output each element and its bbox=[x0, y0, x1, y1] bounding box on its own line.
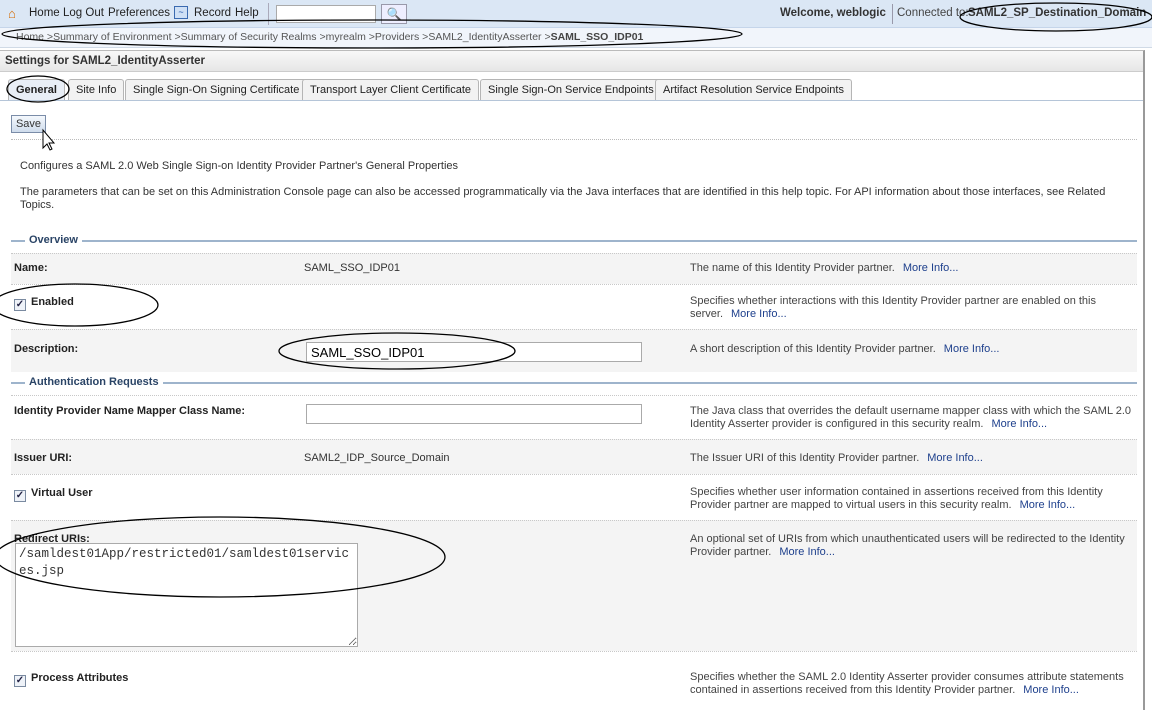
breadcrumb-myrealm[interactable]: myrealm > bbox=[326, 31, 375, 43]
enabled-help: Specifies whether interactions with this… bbox=[690, 295, 1096, 320]
api-info-text: The parameters that can be set on this A… bbox=[20, 186, 1106, 211]
intro-text: Configures a SAML 2.0 Web Single Sign-on… bbox=[20, 160, 459, 172]
more-info-link[interactable]: More Info... bbox=[927, 452, 983, 464]
virtual-user-label: Virtual User bbox=[31, 487, 93, 499]
redirect-uris-row: Redirect URIs: /samldest01App/restricted… bbox=[11, 520, 1137, 651]
tab-sso-service-endpoints[interactable]: Single Sign-On Service Endpoints bbox=[480, 79, 662, 101]
search-button[interactable]: 🔍 bbox=[381, 4, 407, 24]
redirect-uris-help: An optional set of URIs from which unaut… bbox=[690, 533, 1125, 558]
mapper-label: Identity Provider Name Mapper Class Name… bbox=[14, 405, 246, 417]
description-input[interactable] bbox=[306, 342, 642, 362]
divider bbox=[11, 240, 1137, 242]
auth-heading: Authentication Requests bbox=[25, 376, 163, 388]
top-toolbar: ⌂ Home Log Out Preferences ~ Record Help… bbox=[0, 0, 1152, 28]
domain-name: SAML2_SP_Destination_Domain bbox=[968, 7, 1147, 19]
more-info-link[interactable]: More Info... bbox=[779, 546, 835, 558]
process-attributes-checkbox[interactable]: ✓ bbox=[14, 675, 26, 687]
panel-title: Settings for SAML2_IdentityAsserter bbox=[0, 51, 1143, 72]
description-label: Description: bbox=[14, 343, 79, 355]
home-link[interactable]: Home bbox=[29, 7, 60, 19]
welcome-text: Welcome, weblogic bbox=[780, 7, 886, 19]
tab-sso-signing-certificate[interactable]: Single Sign-On Signing Certificate bbox=[125, 79, 308, 101]
process-attributes-label: Process Attributes bbox=[31, 672, 129, 684]
mapper-class-input[interactable] bbox=[306, 404, 642, 424]
breadcrumb: Home >Summary of Environment >Summary of… bbox=[0, 28, 1152, 48]
tab-artifact-resolution-endpoints[interactable]: Artifact Resolution Service Endpoints bbox=[655, 79, 852, 101]
tab-general[interactable]: General bbox=[8, 79, 65, 101]
enabled-checkbox[interactable]: ✓ bbox=[14, 299, 26, 311]
more-info-link[interactable]: More Info... bbox=[903, 262, 959, 274]
divider bbox=[268, 3, 269, 25]
virtual-user-help: Specifies whether user information conta… bbox=[690, 486, 1103, 511]
issuer-label: Issuer URI: bbox=[14, 452, 73, 464]
process-attributes-row: ✓ Process Attributes Specifies whether th… bbox=[11, 651, 1137, 708]
more-info-link[interactable]: More Info... bbox=[991, 418, 1047, 430]
divider bbox=[892, 4, 893, 24]
overview-section-header: Overview bbox=[11, 234, 1137, 248]
breadcrumb-current: SAML_SSO_IDP01 bbox=[550, 31, 644, 43]
issuer-help: The Issuer URI of this Identity Provider… bbox=[690, 452, 983, 464]
virtual-user-checkbox[interactable]: ✓ bbox=[14, 490, 26, 502]
divider bbox=[11, 139, 1137, 140]
home-icon[interactable]: ⌂ bbox=[8, 6, 16, 21]
divider bbox=[11, 382, 1137, 384]
record-icon[interactable]: ~ bbox=[174, 6, 188, 19]
issuer-row: Issuer URI: SAML2_IDP_Source_Domain The … bbox=[11, 439, 1137, 474]
name-value: SAML_SSO_IDP01 bbox=[304, 262, 400, 274]
record-link[interactable]: Record bbox=[194, 7, 231, 19]
mapper-help: The Java class that overrides the defaul… bbox=[690, 405, 1132, 430]
more-info-link[interactable]: More Info... bbox=[1020, 499, 1076, 511]
breadcrumb-environment[interactable]: Summary of Environment > bbox=[53, 31, 181, 43]
save-button[interactable]: Save bbox=[11, 115, 46, 133]
name-label: Name: bbox=[14, 262, 48, 274]
redirect-uris-textarea[interactable]: /samldest01App/restricted01/samldest01se… bbox=[15, 543, 358, 647]
tab-site-info[interactable]: Site Info bbox=[68, 79, 125, 101]
enabled-row: ✓ Enabled Specifies whether interactions … bbox=[11, 284, 1137, 329]
issuer-value: SAML2_IDP_Source_Domain bbox=[304, 452, 450, 464]
breadcrumb-security-realms[interactable]: Summary of Security Realms > bbox=[181, 31, 326, 43]
more-info-link[interactable]: More Info... bbox=[731, 308, 787, 320]
breadcrumb-providers[interactable]: Providers > bbox=[375, 31, 428, 43]
help-link[interactable]: Help bbox=[235, 7, 259, 19]
enabled-label: Enabled bbox=[31, 296, 74, 308]
process-attributes-help: Specifies whether the SAML 2.0 Identity … bbox=[690, 671, 1124, 696]
connected-label: Connected to: bbox=[897, 7, 969, 19]
description-row: Description: A short description of this… bbox=[11, 329, 1137, 372]
name-row: Name: SAML_SSO_IDP01 The name of this Id… bbox=[11, 253, 1137, 284]
logout-link[interactable]: Log Out bbox=[63, 7, 104, 19]
tab-transport-layer-client-certificate[interactable]: Transport Layer Client Certificate bbox=[302, 79, 479, 101]
mapper-row: Identity Provider Name Mapper Class Name… bbox=[11, 395, 1137, 439]
breadcrumb-identity-asserter[interactable]: SAML2_IdentityAsserter > bbox=[428, 31, 550, 43]
breadcrumb-home[interactable]: Home > bbox=[16, 31, 53, 43]
overview-heading: Overview bbox=[25, 234, 82, 246]
search-input[interactable] bbox=[276, 5, 376, 23]
more-info-link[interactable]: More Info... bbox=[1023, 684, 1079, 696]
name-help: The name of this Identity Provider partn… bbox=[690, 262, 959, 274]
preferences-link[interactable]: Preferences bbox=[108, 7, 170, 19]
tab-divider bbox=[0, 100, 1143, 101]
auth-section-header: Authentication Requests bbox=[11, 376, 1137, 390]
virtual-user-row: ✓ Virtual User Specifies whether user inf… bbox=[11, 474, 1137, 520]
more-info-link[interactable]: More Info... bbox=[944, 343, 1000, 355]
search-icon: 🔍 bbox=[386, 7, 402, 21]
description-help: A short description of this Identity Pro… bbox=[690, 343, 1000, 355]
